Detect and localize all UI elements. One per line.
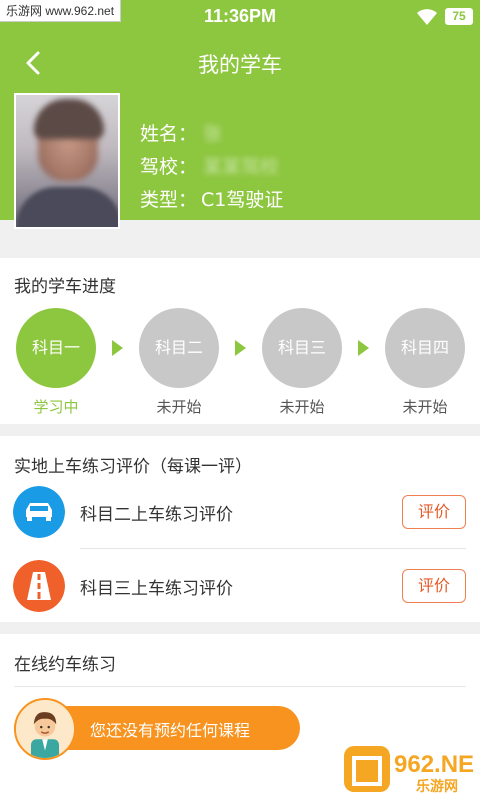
divider xyxy=(14,686,466,687)
evaluation-row-subject-2[interactable]: 科目二上车练习评价 评价 xyxy=(0,476,480,548)
booking-title: 在线约车练习 xyxy=(14,655,116,675)
profile-header: 我的学车 姓名：张 驾校： 某某驾校 类型： C1驾驶证 xyxy=(0,33,480,229)
step-circle: 科目四 xyxy=(385,308,465,388)
step-circle: 科目一 xyxy=(16,308,96,388)
type-label: 类型： xyxy=(140,189,198,211)
step-arrow-icon xyxy=(235,340,246,356)
name-row: 姓名：张 xyxy=(140,119,222,146)
status-bar: 乐游网 www.962.net 11:36PM 75 xyxy=(0,0,480,33)
name-label: 姓名： xyxy=(140,123,198,145)
instructor-avatar-icon xyxy=(14,698,76,760)
name-value: 张 xyxy=(203,123,223,145)
school-row: 驾校： 某某驾校 xyxy=(140,152,279,179)
step-status: 未开始 xyxy=(402,398,448,416)
type-value: C1驾驶证 xyxy=(201,189,284,211)
license-type-row: 类型： C1驾驶证 xyxy=(140,185,283,212)
step-status: 未开始 xyxy=(156,398,202,416)
school-label: 驾校： xyxy=(140,156,198,178)
logo-text: 962.NET xyxy=(394,751,474,778)
car-icon xyxy=(13,486,65,538)
page-title: 我的学车 xyxy=(198,53,282,77)
progress-title: 我的学车进度 xyxy=(14,277,116,297)
step-subject-2[interactable]: 科目二 未开始 xyxy=(139,308,219,417)
wifi-icon xyxy=(417,9,437,25)
evaluate-button[interactable]: 评价 xyxy=(402,495,466,529)
step-subject-1[interactable]: 科目一 学习中 xyxy=(16,308,96,417)
step-arrow-icon xyxy=(358,340,369,356)
progress-card: 我的学车进度 科目一 学习中 科目二 未开始 科目三 未开始 科目四 未开始 xyxy=(0,258,480,424)
evaluation-title: 实地上车练习评价（每课一评） xyxy=(14,457,252,477)
step-arrow-icon xyxy=(112,340,123,356)
step-circle: 科目二 xyxy=(139,308,219,388)
road-icon xyxy=(13,560,65,612)
logo-subtext: 乐游网 xyxy=(416,778,458,795)
no-booking-text: 您还没有预约任何课程 xyxy=(90,721,251,740)
avatar-photo xyxy=(14,93,120,229)
site-logo: 962.NET 乐游网 xyxy=(344,746,474,795)
evaluation-label: 科目三上车练习评价 xyxy=(80,579,233,599)
school-value: 某某驾校 xyxy=(203,156,280,178)
step-subject-3[interactable]: 科目三 未开始 xyxy=(262,308,342,417)
step-circle: 科目三 xyxy=(262,308,342,388)
step-subject-4[interactable]: 科目四 未开始 xyxy=(385,308,465,417)
evaluate-button[interactable]: 评价 xyxy=(402,569,466,603)
step-status: 未开始 xyxy=(279,398,325,416)
evaluation-label: 科目二上车练习评价 xyxy=(80,505,233,525)
evaluation-card: 实地上车练习评价（每课一评） 科目二上车练习评价 评价 科目三上车练习评价 评价 xyxy=(0,436,480,622)
status-time: 11:36PM xyxy=(203,6,277,26)
evaluation-row-subject-3[interactable]: 科目三上车练习评价 评价 xyxy=(0,550,480,622)
divider xyxy=(80,548,466,549)
step-status: 学习中 xyxy=(33,398,79,416)
battery-icon: 75 xyxy=(445,8,473,25)
